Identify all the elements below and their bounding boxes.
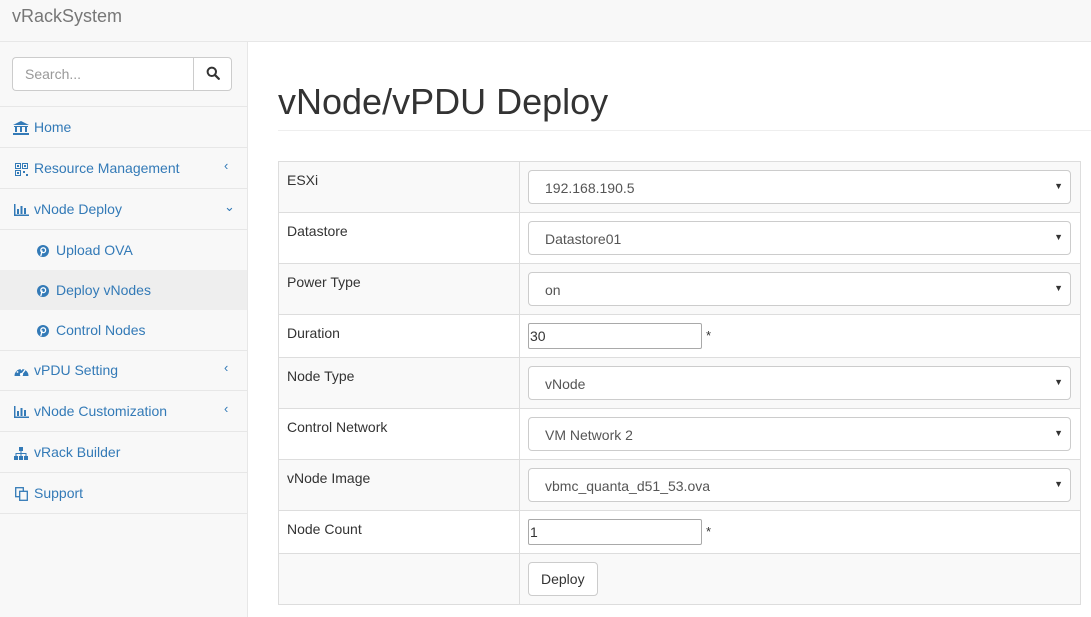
node-count-input[interactable] bbox=[528, 519, 702, 545]
caret-down-icon: ▼ bbox=[1054, 181, 1063, 191]
caret-down-icon: ▼ bbox=[1054, 377, 1063, 387]
qrcode-icon bbox=[13, 162, 29, 176]
bar-chart-icon bbox=[13, 203, 29, 217]
form-row-esxi: ESXi 192.168.190.5 ▼ bbox=[278, 161, 1081, 213]
form-row-node-count: Node Count * bbox=[278, 510, 1081, 554]
form-row-control-network: Control Network VM Network 2 ▼ bbox=[278, 408, 1081, 460]
sidebar-item-resource-management[interactable]: Resource Management ‹ bbox=[0, 148, 247, 189]
sidebar-subitem-upload-ova[interactable]: Upload OVA bbox=[0, 230, 247, 270]
sidebar-subitem-label: Control Nodes bbox=[56, 322, 146, 338]
search-icon bbox=[206, 66, 220, 83]
empty-cell bbox=[278, 553, 520, 605]
sidebar-item-label: vNode Deploy bbox=[34, 201, 122, 217]
caret-down-icon: ▼ bbox=[1054, 283, 1063, 293]
sidebar-item-vnode-customization[interactable]: vNode Customization ‹ bbox=[0, 391, 247, 432]
field-label: Node Type bbox=[278, 357, 520, 409]
chevron-left-icon: ‹ bbox=[224, 360, 229, 375]
select-value: 192.168.190.5 bbox=[545, 180, 635, 196]
sidebar-subitem-deploy-vnodes[interactable]: Deploy vNodes bbox=[0, 270, 247, 310]
page-title: vNode/vPDU Deploy bbox=[278, 81, 609, 122]
top-navbar: vRackSystem bbox=[0, 0, 1091, 42]
form-row-node-type: Node Type vNode ▼ bbox=[278, 357, 1081, 409]
control-network-select[interactable]: VM Network 2 ▼ bbox=[528, 417, 1071, 451]
search-button[interactable] bbox=[193, 57, 232, 91]
sidebar-menu-lower: vPDU Setting ‹ vNode Customization ‹ vRa… bbox=[0, 350, 247, 514]
field-label: Duration bbox=[278, 314, 520, 358]
chevron-left-icon: ‹ bbox=[224, 158, 229, 173]
copy-icon bbox=[13, 487, 29, 501]
app-brand[interactable]: vRackSystem bbox=[12, 6, 122, 26]
field-label: Node Count bbox=[278, 510, 520, 554]
sitemap-icon bbox=[13, 446, 29, 460]
select-value: Datastore01 bbox=[545, 231, 622, 247]
deploy-button[interactable]: Deploy bbox=[528, 562, 598, 596]
sidebar-item-vpdu-setting[interactable]: vPDU Setting ‹ bbox=[0, 350, 247, 391]
chevron-down-icon: ⌄ bbox=[224, 199, 235, 214]
duration-input[interactable] bbox=[528, 323, 702, 349]
sidebar-item-vnode-deploy[interactable]: vNode Deploy ⌄ bbox=[0, 189, 247, 230]
pinterest-icon bbox=[37, 324, 49, 337]
required-marker: * bbox=[706, 328, 712, 343]
required-marker: * bbox=[706, 524, 712, 539]
sidebar-item-vrack-builder[interactable]: vRack Builder bbox=[0, 432, 247, 473]
esxi-select[interactable]: 192.168.190.5 ▼ bbox=[528, 170, 1071, 204]
form-row-power-type: Power Type on ▼ bbox=[278, 263, 1081, 315]
sidebar-item-label: vRack Builder bbox=[34, 444, 121, 460]
sidebar-menu: Home Resource Management ‹ vNode Deploy … bbox=[0, 107, 247, 230]
select-value: VM Network 2 bbox=[545, 427, 633, 443]
form-row-actions: Deploy bbox=[278, 553, 1081, 605]
sidebar-subitem-label: Deploy vNodes bbox=[56, 282, 151, 298]
field-label: Datastore bbox=[278, 212, 520, 264]
select-value: vNode bbox=[545, 376, 586, 392]
sidebar-submenu: Upload OVA Deploy vNodes Control Nodes bbox=[0, 230, 247, 351]
sidebar-item-support[interactable]: Support bbox=[0, 473, 247, 514]
dashboard-icon bbox=[13, 364, 29, 378]
sidebar-subitem-label: Upload OVA bbox=[56, 242, 133, 258]
sidebar-item-label: Home bbox=[34, 119, 72, 135]
pinterest-icon bbox=[37, 244, 49, 257]
node-type-select[interactable]: vNode ▼ bbox=[528, 366, 1071, 400]
divider bbox=[278, 130, 1091, 131]
sidebar-item-label: vNode Customization bbox=[34, 403, 168, 419]
chevron-left-icon: ‹ bbox=[224, 401, 229, 416]
form-row-duration: Duration * bbox=[278, 314, 1081, 358]
select-value: on bbox=[545, 282, 561, 298]
form-row-vnode-image: vNode Image vbmc_quanta_d51_53.ova ▼ bbox=[278, 459, 1081, 511]
sidebar-item-home[interactable]: Home bbox=[0, 107, 247, 148]
search-group bbox=[12, 57, 232, 91]
caret-down-icon: ▼ bbox=[1054, 479, 1063, 489]
field-label: vNode Image bbox=[278, 459, 520, 511]
pinterest-icon bbox=[37, 284, 49, 297]
field-label: Control Network bbox=[278, 408, 520, 460]
search-input[interactable] bbox=[12, 57, 194, 91]
datastore-select[interactable]: Datastore01 ▼ bbox=[528, 221, 1071, 255]
caret-down-icon: ▼ bbox=[1054, 232, 1063, 242]
power-type-select[interactable]: on ▼ bbox=[528, 272, 1071, 306]
deploy-form-table: ESXi 192.168.190.5 ▼ Datastore Datastore… bbox=[278, 161, 1081, 605]
bank-icon bbox=[13, 121, 29, 135]
sidebar: Home Resource Management ‹ bbox=[0, 42, 248, 617]
form-row-datastore: Datastore Datastore01 ▼ bbox=[278, 212, 1081, 264]
sidebar-item-label: vPDU Setting bbox=[34, 362, 119, 378]
caret-down-icon: ▼ bbox=[1054, 428, 1063, 438]
vnode-image-select[interactable]: vbmc_quanta_d51_53.ova ▼ bbox=[528, 468, 1071, 502]
bar-chart-icon bbox=[13, 405, 29, 419]
sidebar-subitem-control-nodes[interactable]: Control Nodes bbox=[0, 310, 247, 350]
select-value: vbmc_quanta_d51_53.ova bbox=[545, 478, 711, 494]
sidebar-item-label: Support bbox=[34, 485, 84, 501]
field-label: Power Type bbox=[278, 263, 520, 315]
field-label: ESXi bbox=[278, 161, 520, 213]
sidebar-item-label: Resource Management bbox=[34, 160, 180, 176]
